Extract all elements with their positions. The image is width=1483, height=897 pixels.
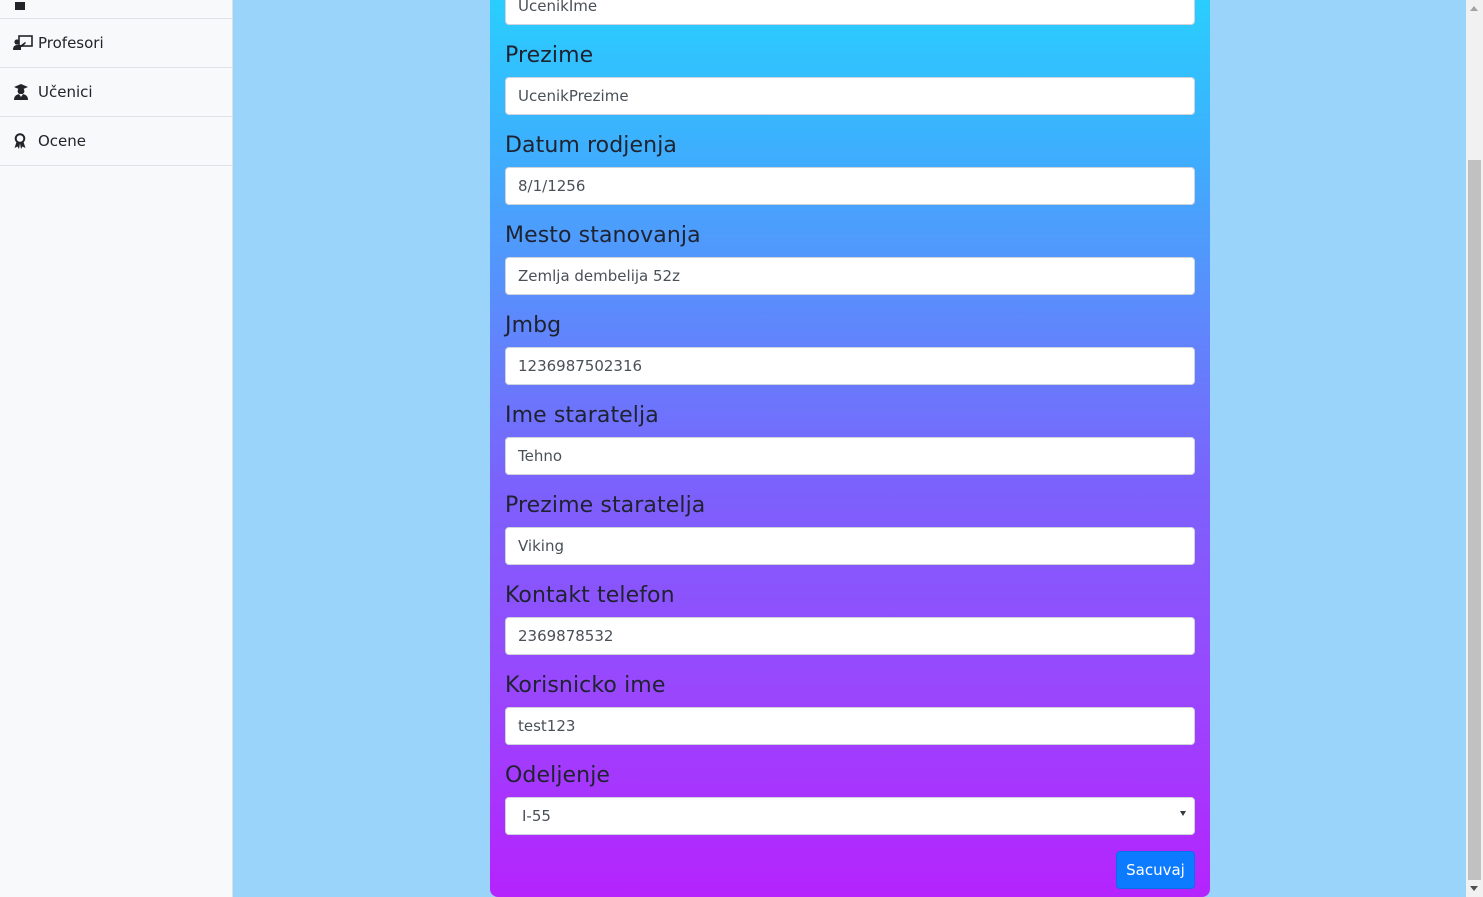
odeljenje-select-value: I-55 — [522, 807, 551, 825]
jmbg-label: Jmbg — [505, 313, 562, 338]
prezime-staratelja-label: Prezime staratelja — [505, 493, 706, 518]
scroll-down-icon[interactable] — [1470, 886, 1478, 891]
chalkboard-teacher-icon — [13, 35, 33, 51]
sidebar-item-label: Profesori — [38, 34, 104, 52]
ime-staratelja-label: Ime staratelja — [505, 403, 659, 428]
sidebar-item-profesori[interactable]: Profesori — [0, 19, 232, 68]
korisnicko-ime-input-value: test123 — [518, 717, 576, 735]
kontakt-telefon-input[interactable]: 2369878532 — [505, 617, 1195, 655]
jmbg-input[interactable]: 1236987502316 — [505, 347, 1195, 385]
save-button[interactable]: Sacuvaj — [1116, 851, 1195, 889]
korisnicko-ime-input[interactable]: test123 — [505, 707, 1195, 745]
mesto-stanovanja-input[interactable]: Zemlja dembelija 52z — [505, 257, 1195, 295]
user-square-icon — [13, 1, 33, 17]
page-scrollbar[interactable] — [1466, 0, 1483, 897]
prezime-input-value: UcenikPrezime — [518, 87, 629, 105]
sidebar-item-label: Ocene — [38, 132, 87, 150]
kontakt-telefon-label: Kontakt telefon — [505, 583, 675, 608]
chevron-down-icon — [1180, 811, 1186, 816]
prezime-staratelja-input[interactable]: Viking — [505, 527, 1195, 565]
kontakt-telefon-input-value: 2369878532 — [518, 627, 614, 645]
datum-rodjenja-input[interactable]: 8/1/1256 — [505, 167, 1195, 205]
award-icon — [13, 133, 33, 149]
odeljenje-select[interactable]: I-55 — [505, 797, 1195, 835]
ime-staratelja-input-value: Tehno — [518, 447, 563, 465]
datum-rodjenja-label: Datum rodjenja — [505, 133, 677, 158]
ime-input[interactable]: UcenikIme — [505, 0, 1195, 25]
ime-staratelja-input[interactable]: Tehno — [505, 437, 1195, 475]
user-graduate-icon — [13, 84, 33, 100]
sidebar-item-label: Učenici — [38, 83, 93, 101]
mesto-stanovanja-input-value: Zemlja dembelija 52z — [518, 267, 680, 285]
mesto-stanovanja-label: Mesto stanovanja — [505, 223, 701, 248]
datum-rodjenja-input-value: 8/1/1256 — [518, 177, 586, 195]
sidebar-item-top[interactable] — [0, 0, 232, 19]
prezime-label: Prezime — [505, 43, 594, 68]
sidebar: Profesori Učenici Ocene — [0, 0, 233, 897]
ime-input-value: UcenikIme — [518, 0, 598, 15]
prezime-staratelja-input-value: Viking — [518, 537, 564, 555]
scrollbar-thumb[interactable] — [1468, 160, 1481, 880]
scroll-up-icon[interactable] — [1470, 6, 1478, 11]
odeljenje-label: Odeljenje — [505, 763, 611, 788]
korisnicko-ime-label: Korisnicko ime — [505, 673, 666, 698]
sidebar-item-ocene[interactable]: Ocene — [0, 117, 232, 166]
jmbg-input-value: 1236987502316 — [518, 357, 643, 375]
prezime-input[interactable]: UcenikPrezime — [505, 77, 1195, 115]
sidebar-item-ucenici[interactable]: Učenici — [0, 68, 232, 117]
